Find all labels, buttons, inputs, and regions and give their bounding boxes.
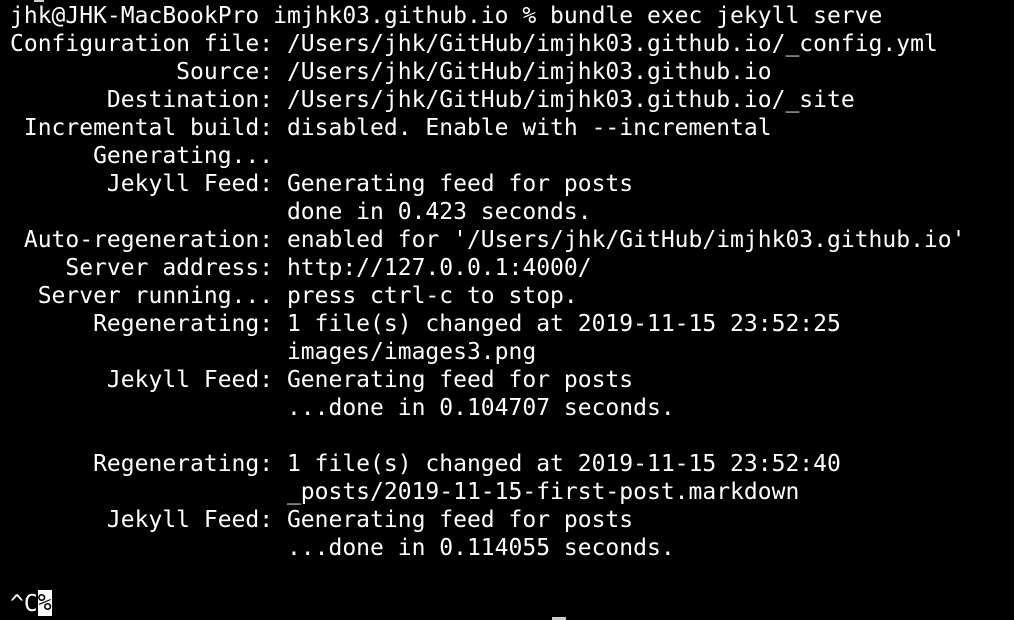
interrupt-text: ^C [10,591,38,617]
terminal-line: images/images3.png [10,339,537,365]
terminal-line: Jekyll Feed: Generating feed for posts [10,507,634,533]
terminal-line: jhk@JHK-MacBookPro imjhk03.github.io % b… [10,3,883,29]
terminal-line: done in 0.423 seconds. [10,199,592,225]
terminal-line: Server running... press ctrl-c to stop. [10,283,578,309]
terminal-line: Configuration file: /Users/jhk/GitHub/im… [10,31,938,57]
terminal-line: _posts/2019-11-15-first-post.markdown [10,479,800,505]
terminal-line: Source: /Users/jhk/GitHub/imjhk03.github… [10,59,772,85]
terminal-line: Jekyll Feed: Generating feed for posts [10,367,634,393]
terminal-cursor: % [37,590,52,616]
terminal-line: Regenerating: 1 file(s) changed at 2019-… [10,311,841,337]
terminal-window[interactable]: jhk@JHK-MacBookPro imjhk03.github.io % b… [0,0,1014,620]
terminal-line: Incremental build: disabled. Enable with… [10,115,772,141]
terminal-line: ...done in 0.104707 seconds. [10,395,675,421]
terminal-line: Server address: http://127.0.0.1:4000/ [10,255,592,281]
terminal-line: Generating... [10,143,274,169]
terminal-prompt-line[interactable]: ^C% [10,590,1014,618]
terminal-line: Destination: /Users/jhk/GitHub/imjhk03.g… [10,87,855,113]
terminal-line: Jekyll Feed: Generating feed for posts [10,171,634,197]
cursor-marker-top [34,0,44,2]
terminal-line: ...done in 0.114055 seconds. [10,535,675,561]
terminal-line: Regenerating: 1 file(s) changed at 2019-… [10,451,841,477]
terminal-line: Auto-regeneration: enabled for '/Users/j… [10,227,966,253]
